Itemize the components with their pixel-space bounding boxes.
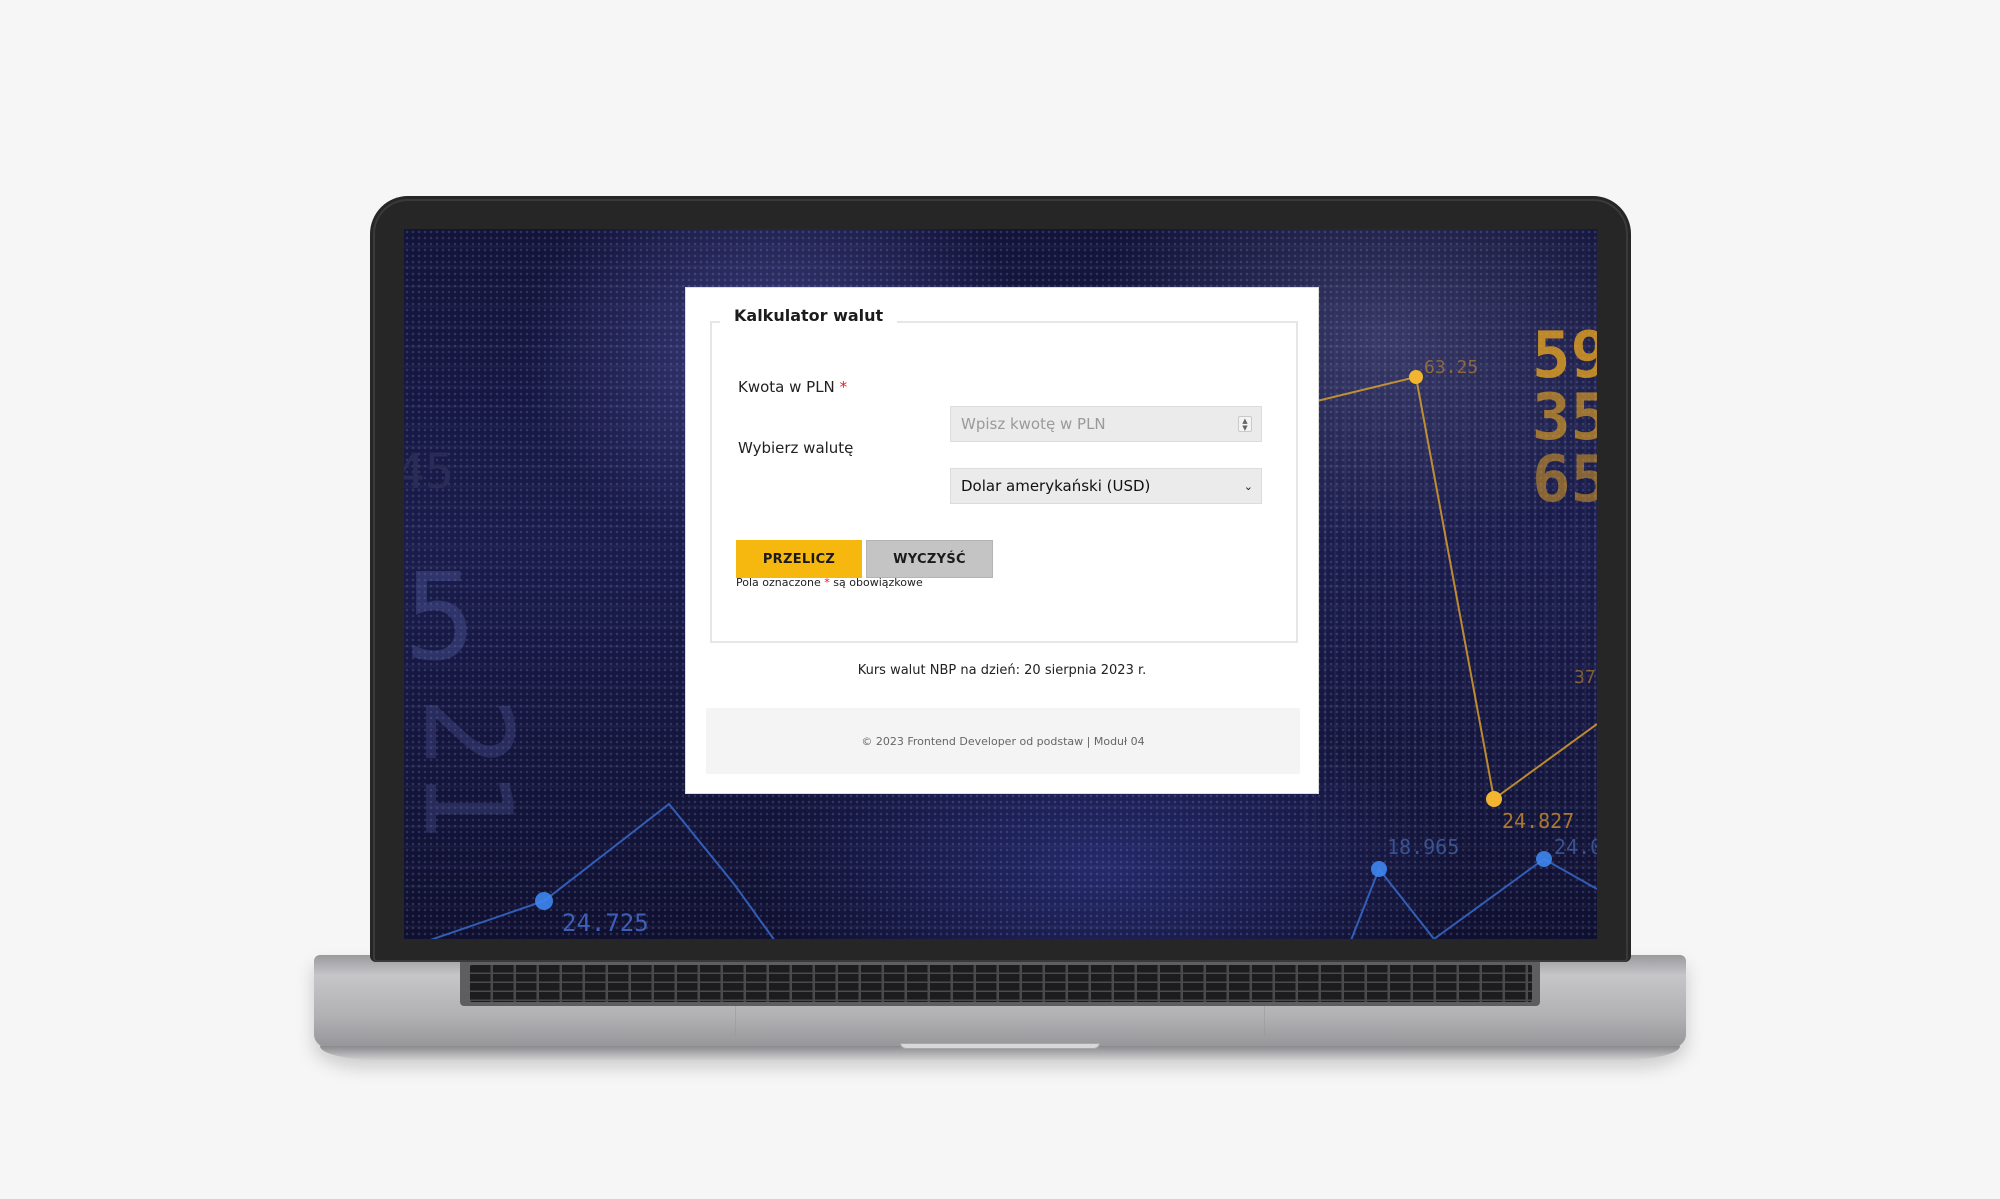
note-asterisk: * <box>824 576 830 589</box>
chevron-down-icon: ⌄ <box>1243 480 1253 493</box>
background-number: 63.25 <box>1424 357 1479 378</box>
note-text-after: są obowiązkowe <box>833 576 923 589</box>
amount-label-text: Kwota w PLN <box>738 378 835 396</box>
lid-notch <box>900 1043 1100 1049</box>
note-text-before: Pola oznaczone <box>736 576 821 589</box>
blue-chart-point <box>535 892 553 910</box>
background-number: 24.0 <box>1554 835 1597 859</box>
amount-label: Kwota w PLN * <box>738 378 847 396</box>
background-number: 24.725 <box>562 909 649 937</box>
number-spinner[interactable]: ▲ ▼ <box>1238 416 1252 432</box>
background-number: 65 <box>1532 443 1597 517</box>
page-footer: © 2023 Frontend Developer od podstaw | M… <box>706 708 1300 774</box>
orange-chart-point <box>1409 370 1423 384</box>
required-asterisk: * <box>839 378 848 396</box>
background-number: 5 <box>404 549 477 688</box>
background-number: 21 <box>404 696 536 841</box>
calculator-fieldset: Kwota w PLN * Wpisz kwotę w PLN ▲ ▼ Wybie… <box>710 321 1298 643</box>
amount-input-placeholder: Wpisz kwotę w PLN <box>961 415 1106 433</box>
blue-chart-point <box>1536 851 1552 867</box>
background-number: 18.965 <box>1387 835 1460 859</box>
exchange-rate-date: Kurs walut NBP na dzień: 20 sierpnia 202… <box>857 663 1147 678</box>
amount-input[interactable]: Wpisz kwotę w PLN ▲ ▼ <box>950 406 1262 442</box>
clear-button[interactable]: WYCZYŚĆ <box>866 540 993 578</box>
blue-chart-line <box>1350 857 1597 939</box>
orange-chart-point <box>1486 791 1502 807</box>
currency-label: Wybierz walutę <box>738 439 854 457</box>
background-number: 45 <box>404 444 454 500</box>
keyboard <box>470 965 1532 1002</box>
laptop-mockup: 45 5 21 24.725 59 35 65 63.25 37. 24.827… <box>0 0 2000 1199</box>
blue-chart-point <box>1371 861 1387 877</box>
required-fields-note: Pola oznaczone * są obowiązkowe <box>736 576 923 589</box>
background-number: 24.827 <box>1502 809 1575 833</box>
currency-select[interactable]: Dolar amerykański (USD) ⌄ <box>950 468 1262 504</box>
convert-button[interactable]: PRZELICZ <box>736 540 862 578</box>
calculator-card: Kwota w PLN * Wpisz kwotę w PLN ▲ ▼ Wybie… <box>685 287 1319 794</box>
footer-text: © 2023 Frontend Developer od podstaw | M… <box>861 734 1145 748</box>
calculator-title: Kalkulator walut <box>720 306 898 325</box>
trackpad-outline <box>735 1006 1265 1040</box>
currency-selected-value: Dolar amerykański (USD) <box>961 477 1151 495</box>
background-number: 37. <box>1574 667 1597 688</box>
